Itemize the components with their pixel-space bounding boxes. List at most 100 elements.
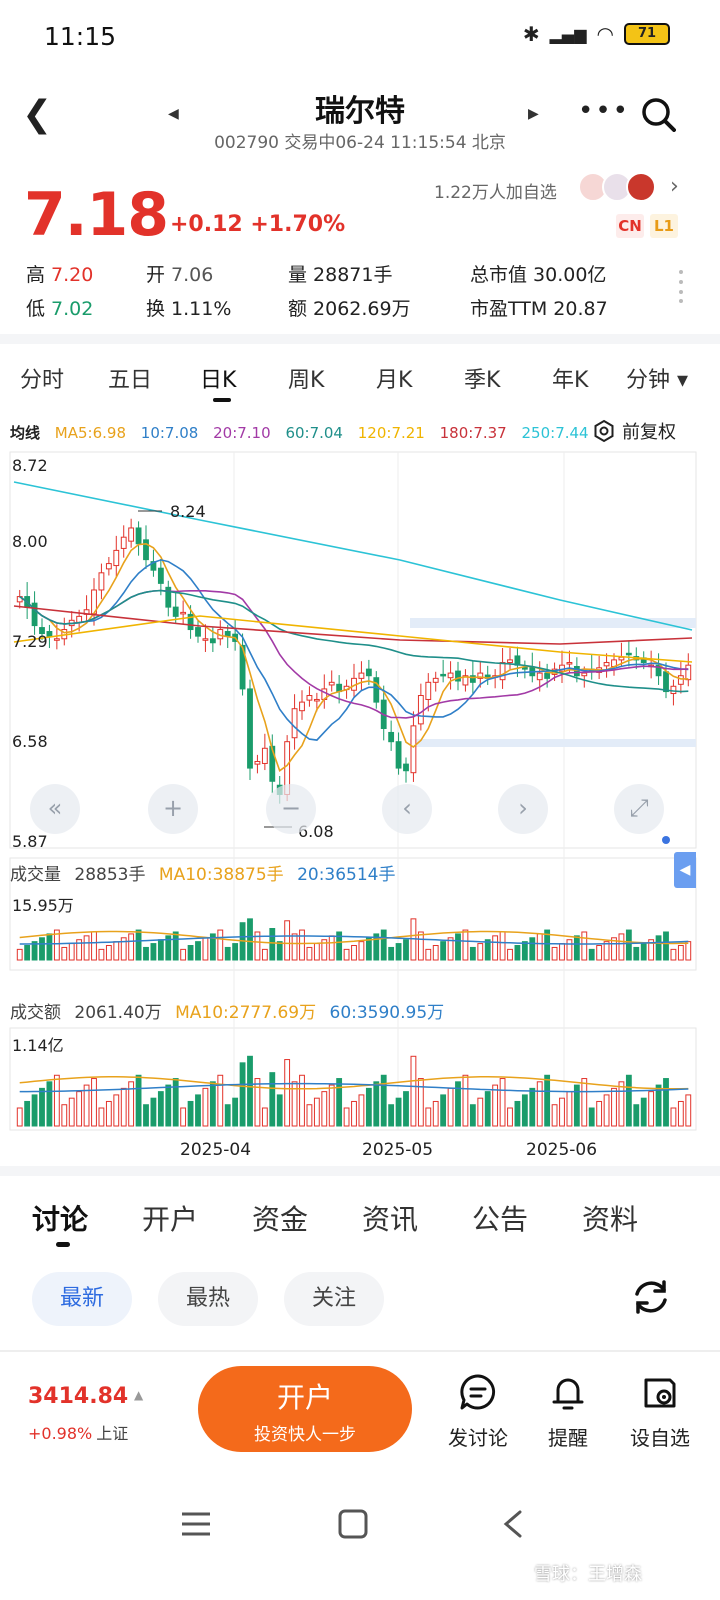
volume-ma-line (19, 1076, 689, 1090)
volume-bar (514, 945, 521, 961)
more-icon[interactable]: ••• (578, 96, 630, 126)
volume-bar (269, 928, 276, 961)
volume-bar (336, 1078, 343, 1127)
refresh-icon[interactable] (630, 1276, 672, 1318)
volume-bar (551, 946, 558, 961)
volume-bar (202, 937, 209, 961)
chevron-right-icon[interactable]: › (670, 174, 679, 199)
tab-monthly-k[interactable]: 月K (376, 362, 412, 394)
scroll-far-left-button[interactable]: « (30, 784, 80, 834)
tab-intraday[interactable]: 分时 (20, 362, 64, 394)
volume-bar (373, 1081, 380, 1127)
volume-bar (306, 946, 313, 961)
alert-button[interactable]: 提醒 (528, 1372, 608, 1451)
volume-bar (611, 1087, 617, 1127)
zoom-out-button[interactable]: − (266, 784, 316, 834)
follower-avatars[interactable] (578, 172, 656, 202)
volume-bar (581, 1078, 588, 1127)
tab-weekly-k[interactable]: 周K (288, 362, 324, 394)
search-icon[interactable] (640, 96, 676, 132)
volume-bar (61, 1104, 68, 1127)
tab-minute[interactable]: 分钟 ▾ (626, 362, 688, 394)
tab-news[interactable]: 资讯 (362, 1198, 418, 1238)
volume-bar (499, 1078, 506, 1127)
filter-hot[interactable]: 最热 (158, 1272, 258, 1326)
volume-title: 成交量 (10, 865, 61, 885)
volume-bar (447, 1087, 454, 1127)
amount-title: 成交额 (10, 1003, 61, 1023)
volume-bar (217, 1074, 224, 1127)
volume-bar (261, 948, 268, 961)
scroll-right-button[interactable]: › (498, 784, 548, 834)
collapse-indicators-button[interactable]: ◀ (674, 852, 696, 888)
volume-bar (39, 937, 45, 961)
volume-bar (417, 1078, 424, 1127)
tab-quarterly-k[interactable]: 季K (464, 362, 500, 394)
volume-bar (492, 935, 499, 961)
volume-bar (232, 943, 239, 961)
stat-low: 低 7.02 (26, 298, 94, 320)
fullscreen-button[interactable]: ⤢ (614, 784, 664, 834)
candle-body (663, 671, 669, 693)
menu-nav-icon[interactable] (178, 1508, 214, 1540)
add-watchlist-button[interactable]: 设自选 (620, 1372, 700, 1451)
zoom-in-button[interactable]: + (148, 784, 198, 834)
scroll-left-button[interactable]: ‹ (382, 784, 432, 834)
date-label: 2025-04 (180, 1140, 252, 1160)
date-label: 2025-05 (362, 1140, 434, 1160)
volume-bar (618, 933, 625, 961)
volume-bar (157, 1091, 164, 1127)
volume-bar (98, 1107, 105, 1127)
tab-five-day[interactable]: 五日 (108, 362, 152, 394)
volume-bar (247, 1055, 253, 1127)
volume-ma-line (19, 1082, 689, 1093)
tab-open-account[interactable]: 开户 (142, 1198, 198, 1238)
volume-bar (16, 948, 23, 961)
volume-bar (195, 941, 201, 961)
stat-market-cap: 总市值 30.00亿 (470, 264, 607, 286)
volume-bar (462, 1074, 469, 1127)
volume-bar (39, 1087, 45, 1127)
resistance-band (410, 618, 696, 628)
back-nav-icon[interactable] (498, 1508, 528, 1540)
kline-chart[interactable] (0, 440, 720, 1160)
volume-legend: 成交量 28853手 MA10:38875手 20:36514手 (10, 860, 404, 885)
tab-announcements[interactable]: 公告 (472, 1198, 528, 1238)
chat-icon (460, 1374, 496, 1410)
post-discussion-button[interactable]: 发讨论 (438, 1372, 518, 1451)
volume-bar (172, 931, 179, 961)
volume-bar (551, 1104, 558, 1127)
volume-bar (573, 935, 580, 961)
home-nav-icon[interactable] (336, 1508, 370, 1540)
open-account-button[interactable]: 开户 投资快人一步 (198, 1366, 412, 1452)
followers-count[interactable]: 1.22万人加自选 (434, 178, 557, 203)
volume-bar (507, 948, 513, 961)
volume-bar (76, 1091, 83, 1127)
volume-bar (425, 1107, 432, 1127)
candle-body (566, 662, 573, 665)
volume-bar (261, 1107, 268, 1127)
volume-bar (180, 1107, 187, 1127)
volume-bar (655, 1084, 662, 1127)
tab-profile[interactable]: 资料 (582, 1198, 638, 1238)
volume-bar (514, 1100, 521, 1127)
chart-frame (9, 451, 697, 849)
volume-bar (685, 941, 692, 961)
volume-bar (365, 937, 372, 961)
volume-bar (677, 1100, 684, 1127)
tab-yearly-k[interactable]: 年K (552, 362, 588, 394)
tab-daily-k[interactable]: 日K (200, 362, 236, 394)
index-change[interactable]: +0.98% 上证 (28, 1420, 128, 1444)
price-axis-label: 6.58 (12, 732, 48, 751)
bluetooth-icon: ✱ (522, 22, 540, 46)
index-value[interactable]: 3414.84 (28, 1384, 128, 1409)
candle-body (46, 631, 53, 637)
volume-bar (68, 1097, 75, 1127)
expand-stats-icon[interactable] (678, 268, 684, 304)
filter-latest[interactable]: 最新 (32, 1272, 132, 1326)
tab-funds[interactable]: 资金 (252, 1198, 308, 1238)
filter-following[interactable]: 关注 (284, 1272, 384, 1326)
volume-bar (143, 1104, 149, 1127)
candle-body (172, 606, 179, 617)
tab-discussion[interactable]: 讨论 (32, 1198, 88, 1238)
